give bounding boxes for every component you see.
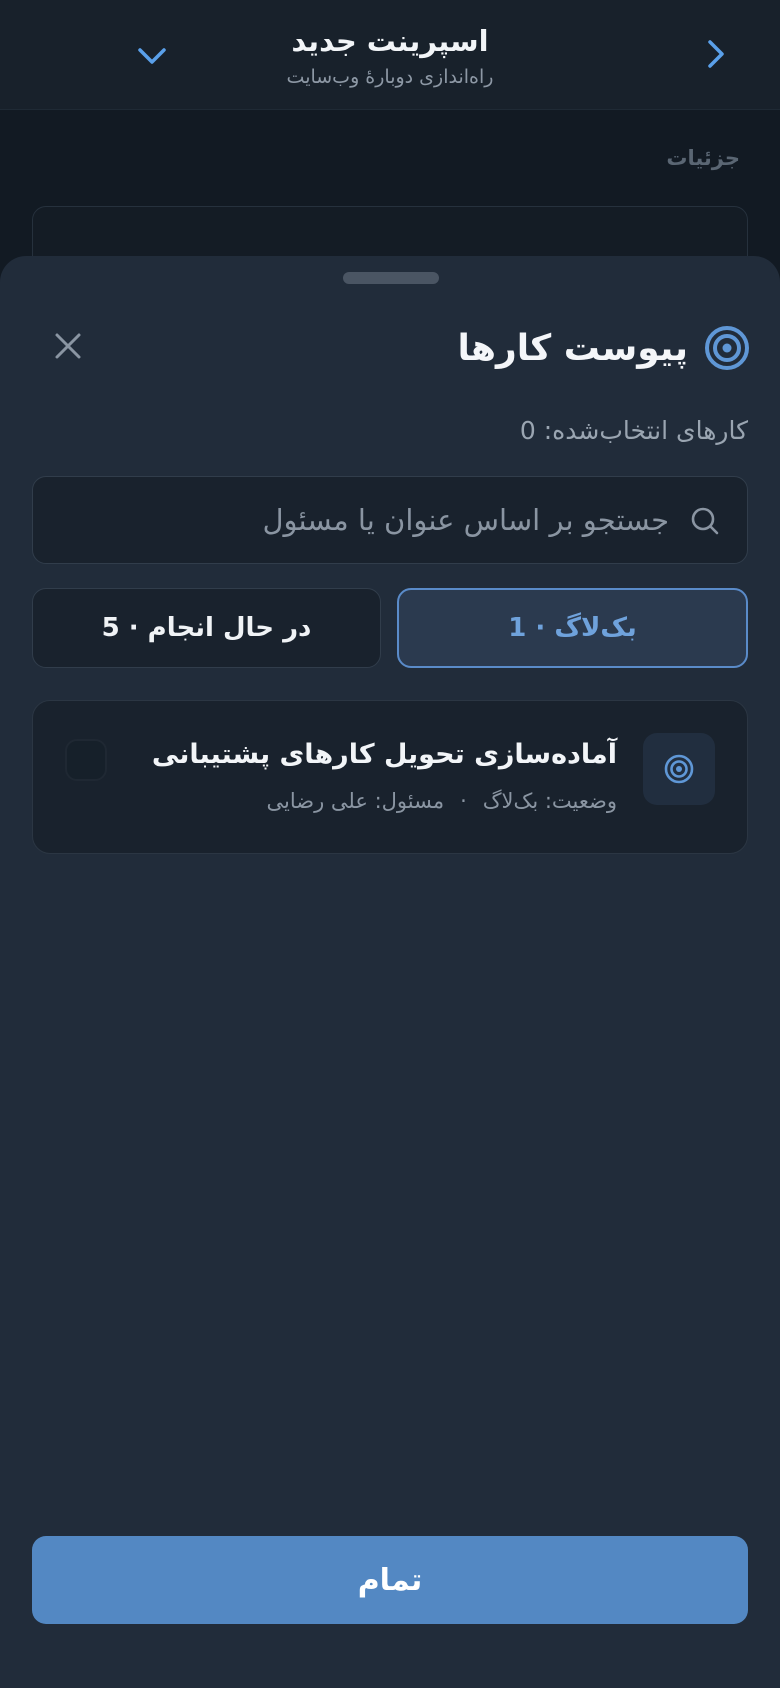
target-icon: [664, 754, 694, 784]
chevron-down-icon: [138, 48, 166, 64]
target-icon: [705, 326, 749, 370]
task-title: آماده‌سازی تحویل کارهای پشتیبانی: [151, 739, 617, 770]
tab-backlog[interactable]: بک‌لاگ · 1: [397, 588, 748, 668]
status-tabs: بک‌لاگ · 1 در حال انجام · 5: [32, 588, 748, 668]
expand-button[interactable]: [134, 38, 170, 74]
task-icon-badge: [643, 733, 715, 805]
task-meta: وضعیت: بک‌لاگ · مسئول: علی رضایی: [267, 789, 617, 813]
screen: اسپرینت جدید راه‌اندازی دوبارهٔ وب‌سایت …: [0, 0, 780, 1688]
sheet-header: پیوست کارها: [458, 320, 750, 376]
sheet-title: پیوست کارها: [457, 327, 688, 369]
task-checkbox[interactable]: [65, 739, 107, 781]
attach-tasks-sheet: پیوست کارها کارهای انتخاب‌شده: 0 بک‌لاگ …: [0, 256, 780, 1688]
search-box[interactable]: [32, 476, 748, 564]
sprint-subtitle: راه‌اندازی دوبارهٔ وب‌سایت: [286, 66, 494, 88]
search-icon: [691, 507, 719, 535]
done-button[interactable]: تمام: [32, 1536, 748, 1624]
sheet-drag-handle[interactable]: [343, 272, 439, 284]
details-section-label: جزئیات: [666, 146, 740, 170]
close-icon: [55, 333, 81, 359]
task-status: وضعیت: بک‌لاگ: [482, 789, 617, 813]
top-app-bar: اسپرینت جدید راه‌اندازی دوبارهٔ وب‌سایت: [0, 0, 780, 110]
search-input[interactable]: [53, 477, 669, 563]
sprint-title: اسپرینت جدید: [291, 24, 489, 58]
tab-in-progress[interactable]: در حال انجام · 5: [32, 588, 381, 668]
meta-separator: ·: [460, 789, 467, 813]
task-list-item[interactable]: آماده‌سازی تحویل کارهای پشتیبانی وضعیت: …: [32, 700, 748, 854]
selected-count: کارهای انتخاب‌شده: 0: [519, 416, 748, 445]
close-button[interactable]: [50, 328, 86, 364]
task-owner: مسئول: علی رضایی: [266, 789, 445, 813]
